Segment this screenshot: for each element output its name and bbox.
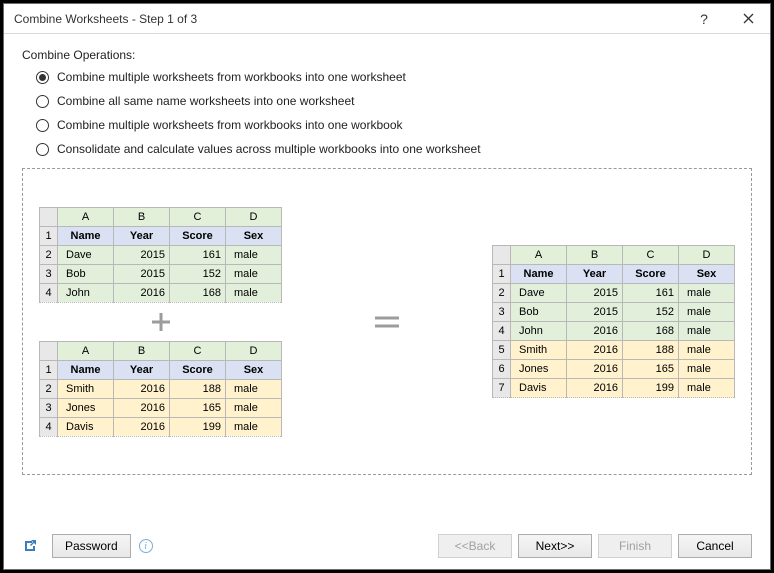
equals-connector — [282, 313, 492, 331]
window-title: Combine Worksheets - Step 1 of 3 — [14, 12, 197, 26]
radio-option-2[interactable]: Combine multiple worksheets from workboo… — [36, 118, 752, 132]
radio-label: Combine all same name worksheets into on… — [57, 94, 354, 108]
radio-dot — [36, 95, 49, 108]
result-sheet: ABCD1NameYearScoreSex2Dave2015161male3Bo… — [492, 245, 735, 398]
mini-sheet: ABCD1NameYearScoreSex2Dave2015161male3Bo… — [492, 245, 735, 398]
radio-label: Combine multiple worksheets from workboo… — [57, 70, 406, 84]
radio-dot — [36, 71, 49, 84]
dialog-window: Combine Worksheets - Step 1 of 3 ? Combi… — [3, 3, 771, 570]
radio-label: Consolidate and calculate values across … — [57, 142, 481, 156]
info-icon[interactable]: i — [139, 539, 153, 553]
radio-option-1[interactable]: Combine all same name worksheets into on… — [36, 94, 752, 108]
radio-option-0[interactable]: Combine multiple worksheets from workboo… — [36, 70, 752, 84]
back-button: <<Back — [438, 534, 512, 558]
titlebar: Combine Worksheets - Step 1 of 3 ? — [4, 4, 770, 34]
radio-dot — [36, 143, 49, 156]
preview-box: ABCD1NameYearScoreSex2Dave2015161male3Bo… — [22, 168, 752, 475]
plus-icon — [150, 311, 172, 333]
footer: Password i <<Back Next>> Finish Cancel — [4, 523, 770, 569]
left-stack: ABCD1NameYearScoreSex2Dave2015161male3Bo… — [39, 207, 282, 437]
content-area: Combine Operations: Combine multiple wor… — [4, 34, 770, 475]
next-button[interactable]: Next>> — [518, 534, 592, 558]
close-icon — [743, 13, 754, 24]
close-button[interactable] — [726, 4, 770, 34]
equals-icon — [373, 313, 401, 331]
radio-dot — [36, 119, 49, 132]
cancel-button[interactable]: Cancel — [678, 534, 752, 558]
mini-sheet: ABCD1NameYearScoreSex2Smith2016188male3J… — [39, 341, 282, 437]
radio-label: Combine multiple worksheets from workboo… — [57, 118, 403, 132]
radio-group: Combine multiple worksheets from workboo… — [22, 70, 752, 156]
help-button[interactable]: ? — [682, 4, 726, 34]
external-link-icon[interactable] — [22, 538, 38, 554]
mini-sheet: ABCD1NameYearScoreSex2Dave2015161male3Bo… — [39, 207, 282, 303]
section-label: Combine Operations: — [22, 48, 752, 62]
radio-option-3[interactable]: Consolidate and calculate values across … — [36, 142, 752, 156]
finish-button: Finish — [598, 534, 672, 558]
password-button[interactable]: Password — [52, 534, 131, 558]
